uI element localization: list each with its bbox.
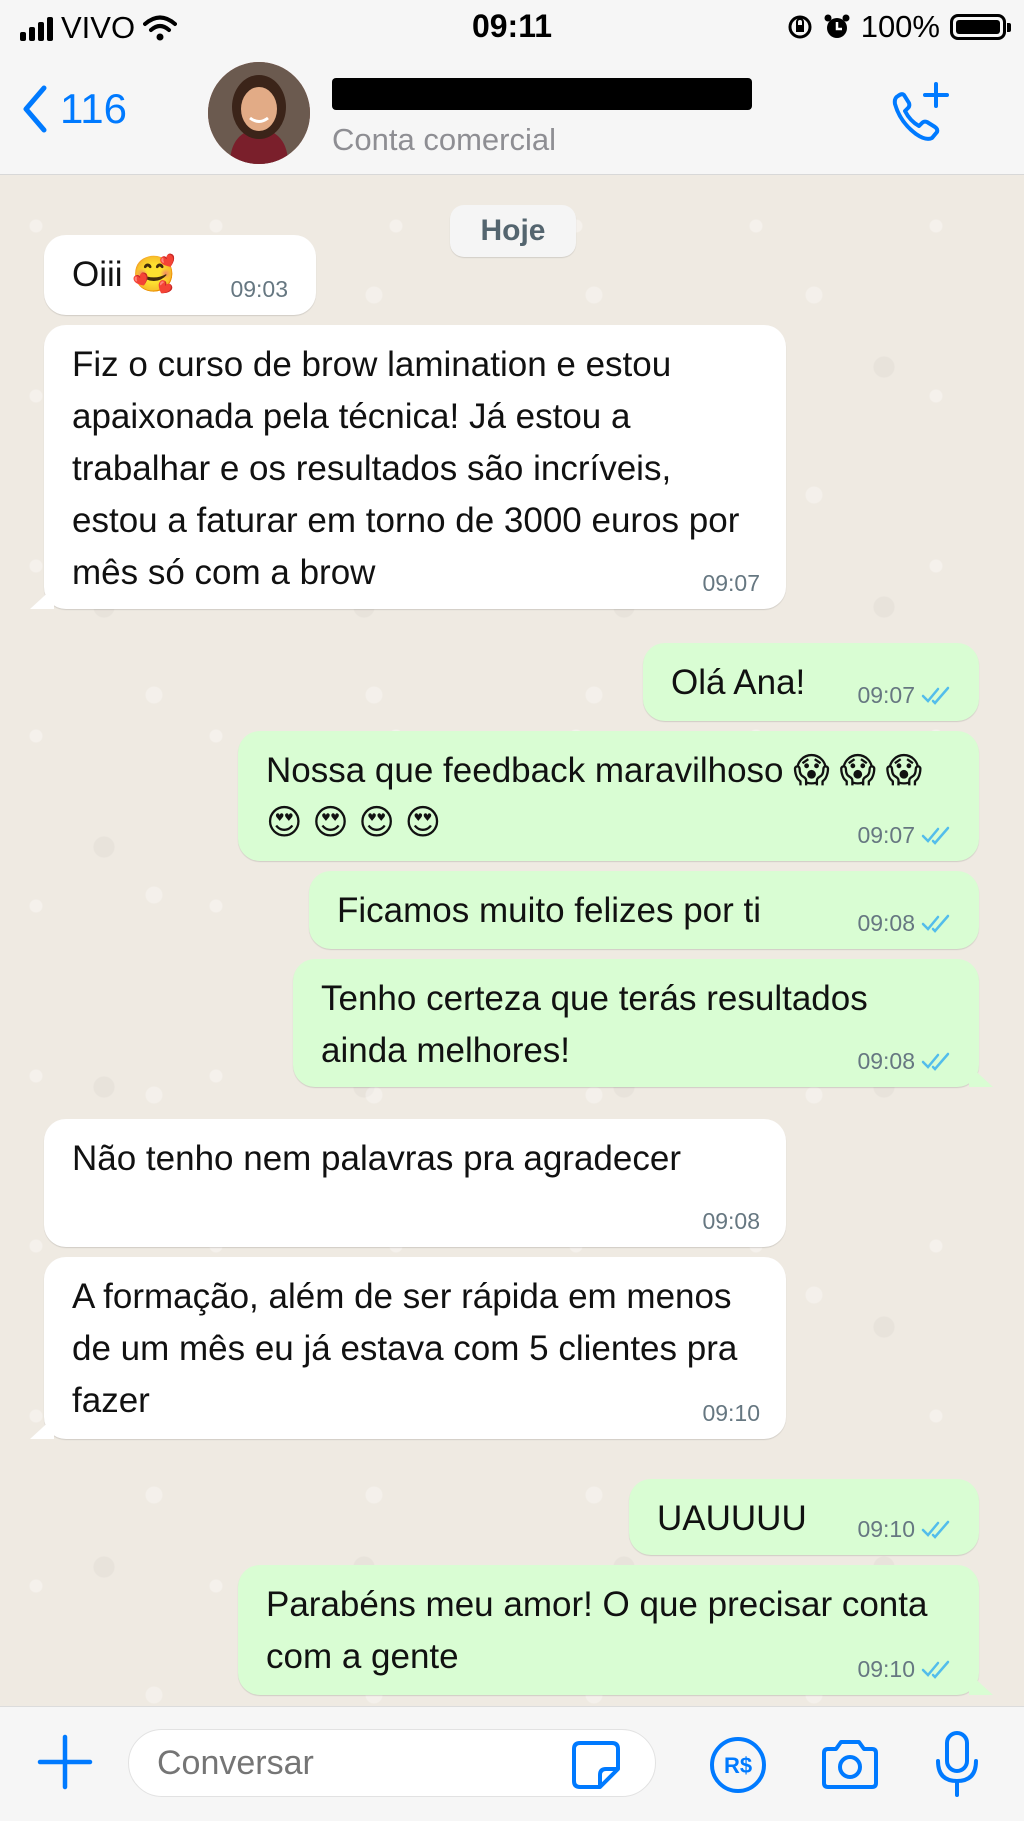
read-checks-icon [921, 1520, 950, 1539]
camera-icon[interactable] [818, 1735, 882, 1795]
message-time: 09:08 [857, 910, 915, 936]
sticker-icon[interactable] [570, 1739, 622, 1791]
avatar[interactable] [208, 62, 310, 164]
alarm-icon [824, 14, 850, 38]
svg-text:R$: R$ [724, 1753, 752, 1778]
microphone-icon[interactable] [930, 1729, 984, 1799]
payment-icon[interactable]: R$ [708, 1735, 768, 1795]
back-chevron-icon [23, 85, 47, 133]
message-time: 09:07 [857, 682, 915, 708]
message-text: Parabéns meu amor! O que precisar conta … [266, 1585, 928, 1676]
chat-header: 116 3 Conta comercial [0, 56, 1024, 175]
message-outgoing[interactable]: Nossa que feedback maravilhoso 😱 😱 😱 😍 😍… [238, 731, 979, 861]
message-time: 09:10 [702, 1400, 760, 1426]
chat-area[interactable]: Hoje Oiii 🥰 09:03 Fiz o curso de brow la… [0, 175, 1024, 1705]
message-outgoing[interactable]: Parabéns meu amor! O que precisar conta … [238, 1565, 993, 1695]
message-outgoing[interactable]: Olá Ana! 09:07 [643, 643, 979, 721]
add-call-icon[interactable] [884, 80, 954, 150]
message-outgoing[interactable]: Tenho certeza que terás resultados ainda… [293, 959, 993, 1087]
message-text: Oiii 🥰 [72, 255, 176, 294]
message-time: 09:07 [857, 822, 915, 848]
message-text: Tenho certeza que terás resultados ainda… [321, 979, 868, 1070]
message-text: Ficamos muito felizes por ti [337, 891, 762, 930]
message-time: 09:10 [857, 1656, 915, 1682]
message-text: Não tenho nem palavras pra agradecer [72, 1139, 681, 1178]
date-separator: Hoje [450, 205, 576, 257]
read-checks-icon [921, 686, 950, 705]
message-time: 09:10 [857, 1516, 915, 1542]
message-outgoing[interactable]: UAUUUU 09:10 [629, 1479, 979, 1555]
message-time: 09:08 [857, 1048, 915, 1074]
read-checks-icon [921, 826, 950, 845]
message-text: Olá Ana! [671, 663, 806, 702]
message-text: Nossa que feedback maravilhoso 😱 😱 😱 😍 😍… [266, 751, 923, 842]
message-text: A formação, além de ser rápida em menos … [72, 1277, 738, 1420]
message-incoming[interactable]: Não tenho nem palavras pra agradecer 09:… [44, 1119, 786, 1247]
message-text: Fiz o curso de brow lamination e estou a… [72, 345, 740, 592]
lock-rotation-icon [788, 15, 812, 39]
back-button[interactable]: 116 [20, 84, 127, 134]
read-checks-icon [921, 1052, 950, 1071]
read-checks-icon [921, 1660, 950, 1679]
contact-subtitle: Conta comercial [332, 122, 556, 157]
unread-count: 116 [60, 85, 127, 132]
read-checks-icon [921, 914, 950, 933]
message-incoming[interactable]: Fiz o curso de brow lamination e estou a… [30, 325, 786, 609]
battery-icon [950, 14, 1011, 40]
plus-icon[interactable] [34, 1731, 96, 1793]
message-outgoing[interactable]: Ficamos muito felizes por ti 09:08 [309, 871, 979, 949]
contact-name-redacted[interactable]: 3 [332, 78, 752, 110]
message-text: UAUUUU [657, 1499, 807, 1538]
message-time: 09:07 [702, 570, 760, 596]
battery-percent: 100% [860, 9, 940, 44]
message-incoming[interactable]: A formação, além de ser rápida em menos … [30, 1257, 786, 1439]
message-time: 09:03 [230, 276, 288, 302]
composer-bar: R$ [0, 1706, 1024, 1821]
status-bar: VIVO 09:11 100% [0, 0, 1024, 56]
message-time: 09:08 [702, 1208, 760, 1234]
message-incoming[interactable]: Oiii 🥰 09:03 [44, 235, 316, 315]
